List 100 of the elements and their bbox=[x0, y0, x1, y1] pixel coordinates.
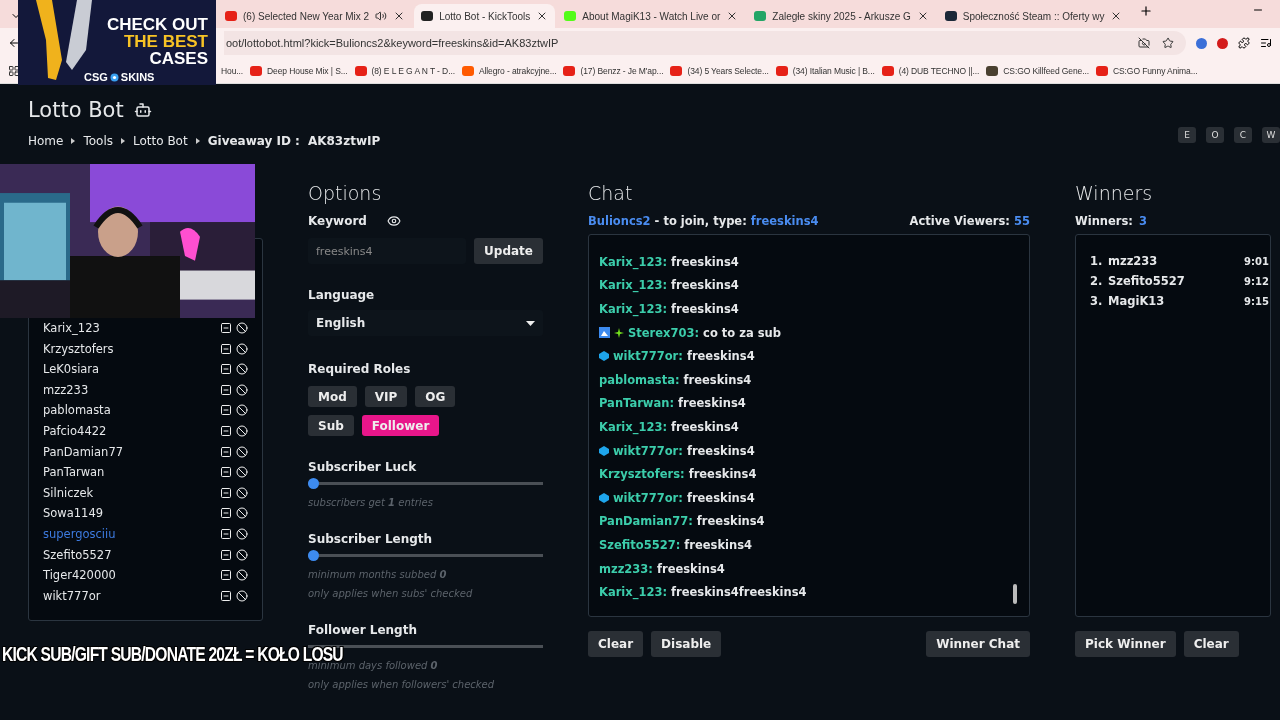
role-toggle[interactable]: Follower bbox=[361, 415, 440, 436]
bookmark[interactable]: (34) Italian Music | B... bbox=[775, 65, 875, 76]
view-button[interactable]: E bbox=[1178, 127, 1196, 143]
ban-icon[interactable] bbox=[236, 486, 248, 499]
browser-tab[interactable]: Lotto Bot - KickTools bbox=[414, 4, 556, 28]
remove-icon[interactable] bbox=[220, 548, 232, 561]
extensions-icon[interactable] bbox=[1238, 37, 1250, 49]
current-page-title: Giveaway ID : bbox=[207, 134, 300, 148]
chat-message: freeskins4 bbox=[683, 372, 752, 387]
ban-icon[interactable] bbox=[236, 322, 248, 334]
ban-icon[interactable] bbox=[236, 466, 248, 479]
extension-icon[interactable] bbox=[1196, 37, 1207, 49]
ban-icon[interactable] bbox=[236, 569, 248, 582]
camera-off-icon[interactable] bbox=[1138, 37, 1150, 49]
remove-icon[interactable] bbox=[220, 589, 232, 602]
join-keyword: freeskins4 bbox=[750, 214, 819, 228]
browser-tab[interactable]: Społeczność Steam :: Oferty wy bbox=[937, 4, 1130, 28]
entrant-name: Karix_123 bbox=[43, 321, 101, 335]
bookmark[interactable]: Deep House Mix | S... bbox=[250, 65, 348, 76]
remove-icon[interactable] bbox=[220, 466, 232, 479]
ban-icon[interactable] bbox=[236, 548, 248, 561]
view-button[interactable]: W bbox=[1262, 127, 1280, 143]
ban-icon[interactable] bbox=[236, 527, 248, 540]
chat-username: mzz233: bbox=[599, 561, 653, 576]
bookmark[interactable]: (34) 5 Years Selecte... bbox=[670, 65, 769, 76]
browser-tab[interactable]: (6) Selected New Year Mix 2 bbox=[218, 4, 413, 28]
winner-chat-button[interactable]: Winner Chat bbox=[926, 631, 1030, 657]
new-tab-icon[interactable] bbox=[1139, 4, 1154, 18]
view-button[interactable]: C bbox=[1234, 127, 1252, 143]
browser-tab[interactable]: Zaległe skiny 2025 - Arkusze G bbox=[747, 4, 936, 28]
slider-label: Subscriber Length bbox=[308, 532, 433, 546]
entrant-name: Sowa1149 bbox=[43, 506, 105, 521]
chat-button[interactable]: Clear bbox=[588, 631, 644, 657]
slider-thumb[interactable] bbox=[308, 550, 319, 561]
bookmark[interactable]: (4) DUB TECHNO ||... bbox=[881, 65, 980, 76]
winner-rank: 2. bbox=[1090, 274, 1104, 288]
bookmark[interactable]: CS:GO Killfeed Gene... bbox=[986, 65, 1089, 76]
slider-label: Subscriber Luck bbox=[308, 460, 417, 474]
gem-badge-icon bbox=[599, 351, 609, 362]
update-button[interactable]: Update bbox=[474, 238, 543, 264]
view-button[interactable]: O bbox=[1206, 127, 1224, 143]
bookmark-star-icon[interactable] bbox=[1162, 37, 1174, 49]
remove-icon[interactable] bbox=[220, 363, 232, 376]
role-toggle[interactable]: Mod bbox=[308, 386, 357, 407]
ban-icon[interactable] bbox=[236, 445, 248, 458]
bookmark[interactable]: CS:GO Funny Anima... bbox=[1096, 65, 1198, 76]
ban-icon[interactable] bbox=[236, 424, 248, 437]
remove-icon[interactable] bbox=[220, 569, 232, 582]
language-select[interactable]: English bbox=[308, 310, 543, 336]
media-icon[interactable] bbox=[1260, 37, 1272, 49]
advert-headline: THE BEST bbox=[122, 33, 208, 50]
ban-icon[interactable] bbox=[236, 363, 248, 376]
entrant-name: Krzysztofers bbox=[43, 341, 115, 356]
apps-icon[interactable] bbox=[8, 64, 20, 77]
remove-icon[interactable] bbox=[220, 342, 232, 355]
remove-icon[interactable] bbox=[220, 383, 232, 396]
winner-button[interactable]: Clear bbox=[1183, 631, 1239, 657]
breadcrumb-link[interactable]: Tools bbox=[83, 134, 113, 148]
role-toggle[interactable]: OG bbox=[415, 386, 456, 407]
entrant-name: Tiger420000 bbox=[43, 568, 117, 583]
ban-icon[interactable] bbox=[236, 383, 248, 396]
keyword-field[interactable]: freeskins4 bbox=[308, 238, 467, 264]
role-toggle[interactable]: Sub bbox=[308, 415, 354, 436]
bookmark[interactable]: Hou... bbox=[221, 65, 244, 76]
winner-button[interactable]: Pick Winner bbox=[1075, 631, 1176, 657]
back-icon[interactable] bbox=[8, 37, 20, 49]
eye-icon[interactable] bbox=[386, 214, 401, 228]
breadcrumb-link[interactable]: Lotto Bot bbox=[133, 134, 188, 148]
chat-username: pablomasta: bbox=[599, 372, 680, 387]
ban-icon[interactable] bbox=[236, 589, 248, 602]
gem-badge-icon bbox=[599, 445, 609, 456]
advert-banner[interactable]: CHECK OUT THE BEST CASES CSG SKINS bbox=[18, 0, 216, 85]
ban-icon[interactable] bbox=[236, 404, 248, 417]
bookmark[interactable]: (17) Benzz - Je M'ap... bbox=[563, 65, 664, 76]
speaker-icon[interactable] bbox=[375, 10, 388, 22]
remove-icon[interactable] bbox=[220, 527, 232, 540]
chat-button[interactable]: Disable bbox=[651, 631, 722, 657]
bookmark[interactable]: (8) E L E G A N T - D... bbox=[354, 65, 455, 76]
remove-icon[interactable] bbox=[220, 322, 232, 334]
remove-icon[interactable] bbox=[220, 445, 232, 458]
extension-icon[interactable] bbox=[1217, 37, 1228, 49]
chat-username: Szefito5527: bbox=[599, 538, 681, 552]
slider-thumb[interactable] bbox=[308, 478, 319, 489]
favicon-icon bbox=[563, 65, 576, 76]
chat-username: Krzysztofers: bbox=[599, 467, 685, 482]
address-field[interactable]: oot/lottobot.html?kick=Bulioncs2&keyword=freeskins&id=AK83ztwIP bbox=[224, 31, 1186, 55]
remove-icon[interactable] bbox=[220, 507, 232, 520]
remove-icon[interactable] bbox=[220, 424, 232, 437]
ban-icon[interactable] bbox=[236, 342, 248, 355]
breadcrumb-link[interactable]: Home bbox=[28, 134, 64, 148]
bookmark[interactable]: Allegro - atrakcyjne... bbox=[461, 65, 557, 76]
browser-tab[interactable]: About MagiK13 - Watch Live or bbox=[557, 4, 746, 28]
ban-icon[interactable] bbox=[236, 507, 248, 520]
winner-name: Szefito5527 bbox=[1108, 274, 1186, 288]
field-label: Language bbox=[308, 288, 375, 302]
chat-message: freeskins4 bbox=[678, 396, 746, 411]
remove-icon[interactable] bbox=[220, 404, 232, 417]
remove-icon[interactable] bbox=[220, 486, 232, 499]
role-toggle[interactable]: VIP bbox=[364, 386, 408, 407]
chat-message: freeskins4freeskins4 bbox=[671, 585, 807, 600]
